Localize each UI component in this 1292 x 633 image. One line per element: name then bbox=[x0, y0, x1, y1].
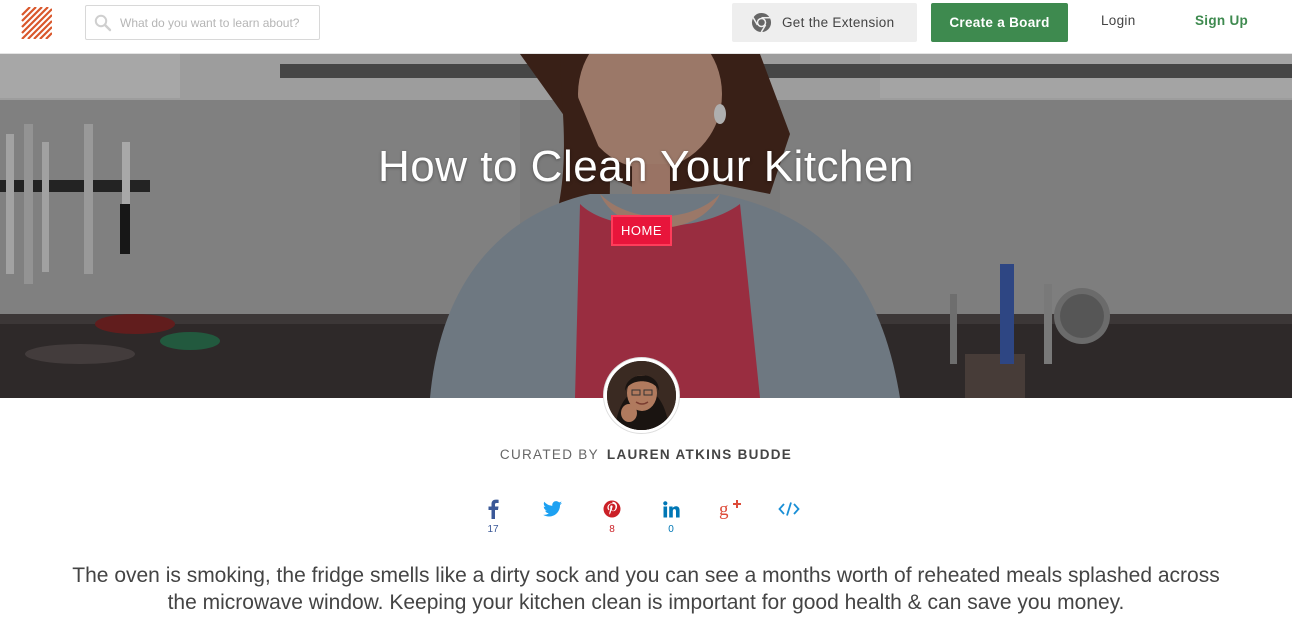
curator-avatar[interactable] bbox=[604, 358, 679, 433]
site-logo-icon[interactable] bbox=[20, 7, 52, 39]
category-tag[interactable]: HOME bbox=[611, 215, 672, 246]
create-board-button[interactable]: Create a Board bbox=[931, 3, 1068, 42]
curated-by-line: CURATED BY LAUREN ATKINS BUDDE bbox=[0, 447, 1292, 462]
svg-text:g: g bbox=[719, 499, 729, 519]
share-linkedin-button[interactable]: 0 bbox=[656, 497, 686, 541]
curated-by-label: CURATED BY bbox=[499, 447, 599, 462]
share-twitter-button[interactable] bbox=[537, 497, 567, 541]
pinterest-icon bbox=[603, 500, 621, 518]
get-extension-label: Get the Extension bbox=[782, 15, 895, 30]
linkedin-share-count: 0 bbox=[668, 524, 674, 535]
google-plus-share-count bbox=[715, 524, 745, 536]
search-input[interactable] bbox=[120, 6, 316, 39]
share-google-plus-button[interactable]: g bbox=[715, 497, 745, 541]
share-facebook-button[interactable]: 17 bbox=[478, 497, 508, 541]
top-navigation-bar: Get the Extension Create a Board Login S… bbox=[0, 0, 1292, 54]
curator-photo bbox=[607, 361, 676, 430]
search-box[interactable] bbox=[85, 5, 320, 40]
curator-name[interactable]: LAUREN ATKINS BUDDE bbox=[607, 447, 792, 462]
facebook-share-count: 17 bbox=[487, 524, 499, 535]
signup-link[interactable]: Sign Up bbox=[1195, 13, 1248, 28]
facebook-icon bbox=[488, 499, 499, 519]
chrome-icon bbox=[751, 12, 772, 33]
page-title: How to Clean Your Kitchen bbox=[378, 142, 914, 191]
linkedin-icon bbox=[662, 500, 680, 517]
pinterest-share-count: 8 bbox=[609, 524, 615, 535]
board-description: The oven is smoking, the fridge smells l… bbox=[72, 564, 1220, 614]
login-link[interactable]: Login bbox=[1101, 13, 1136, 28]
twitter-share-count bbox=[537, 524, 567, 536]
embed-code-button[interactable] bbox=[774, 497, 804, 541]
get-extension-button[interactable]: Get the Extension bbox=[732, 3, 917, 42]
embed-count bbox=[774, 524, 804, 536]
twitter-icon bbox=[542, 501, 562, 517]
google-plus-icon: g bbox=[719, 499, 741, 519]
share-pinterest-button[interactable]: 8 bbox=[597, 497, 627, 541]
search-icon bbox=[94, 14, 112, 32]
embed-icon bbox=[778, 502, 800, 516]
hero-banner: How to Clean Your Kitchen HOME bbox=[0, 54, 1292, 398]
